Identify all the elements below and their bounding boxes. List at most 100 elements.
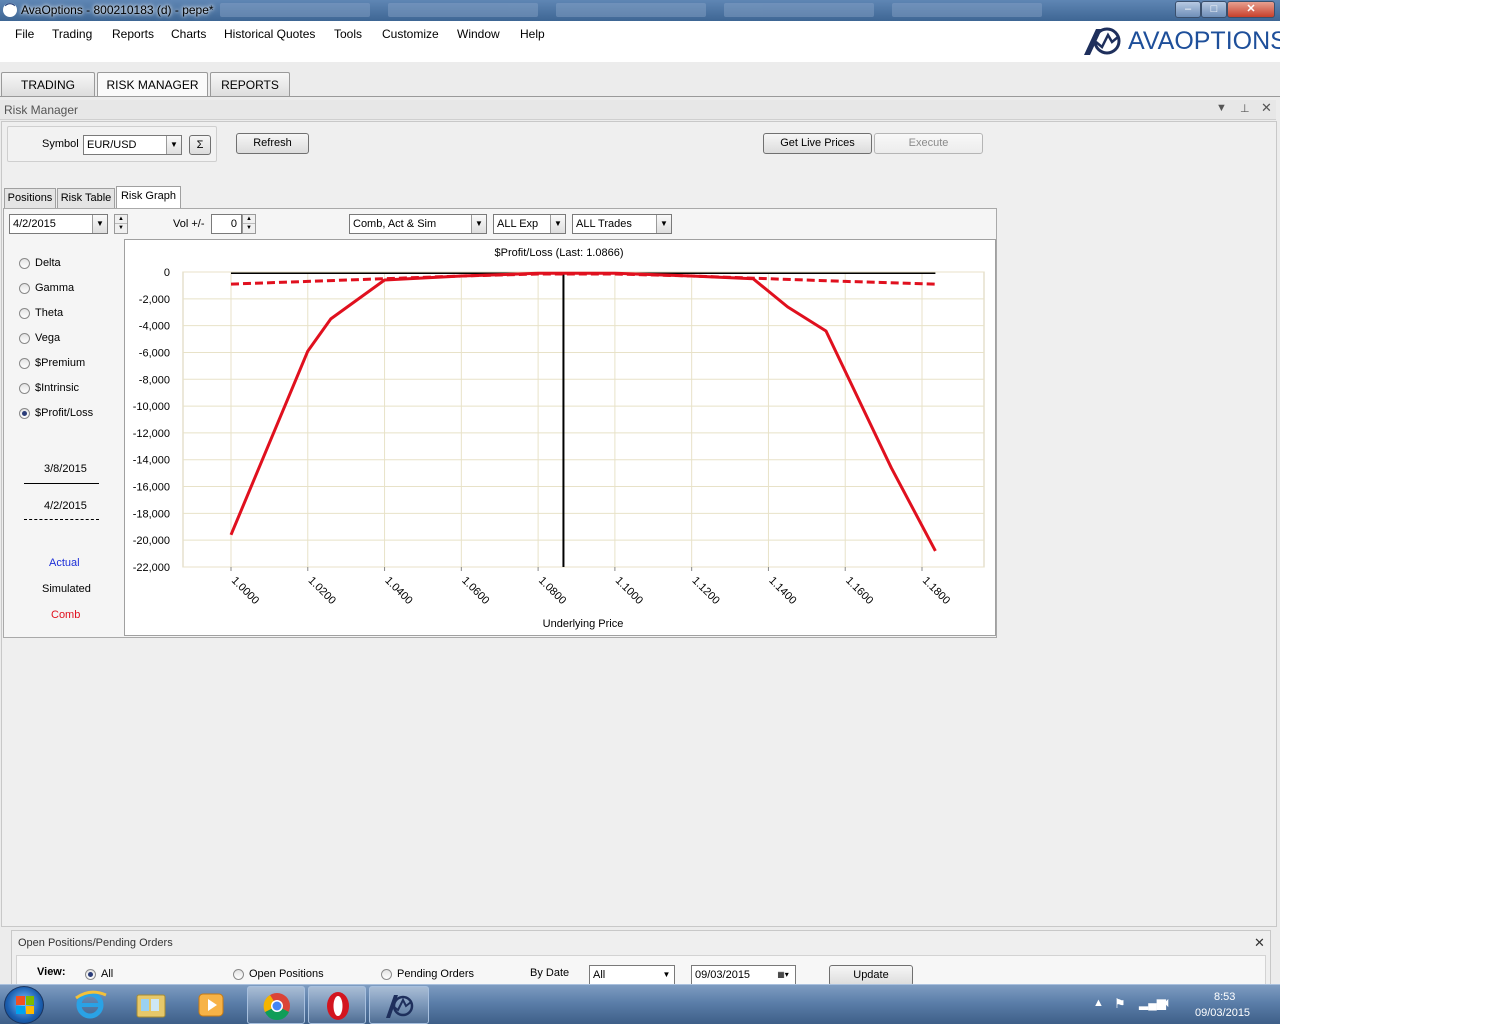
menu-tools[interactable]: Tools	[334, 27, 362, 41]
chevron-down-icon[interactable]: ▼	[656, 215, 671, 233]
menu-window[interactable]: Window	[457, 27, 500, 41]
update-button[interactable]: Update	[829, 965, 913, 986]
refresh-button[interactable]: Refresh	[236, 133, 309, 154]
spin-up-icon[interactable]: ▲	[115, 215, 127, 224]
y-tick-label: -6,000	[139, 347, 170, 359]
radio-intrinsic[interactable]: $Intrinsic	[19, 382, 79, 394]
radio-icon[interactable]	[381, 968, 392, 980]
panel-close-icon[interactable]: ✕	[1261, 100, 1272, 116]
spin-down-icon[interactable]: ▼	[243, 224, 255, 233]
menu-reports[interactable]: Reports	[112, 27, 154, 41]
vol-spinner[interactable]: ▲ ▼	[242, 214, 256, 234]
tab-reports[interactable]: REPORTS	[210, 72, 290, 97]
date-value: 4/2/2015	[13, 218, 56, 230]
chevron-down-icon[interactable]: ▼	[659, 966, 674, 984]
tab-risk-table[interactable]: Risk Table	[57, 188, 115, 208]
radio-icon[interactable]	[19, 307, 30, 319]
network-icon[interactable]: ▂▄▆	[1139, 996, 1166, 1010]
tab-positions[interactable]: Positions	[4, 188, 56, 208]
internet-explorer-icon[interactable]	[66, 986, 114, 1024]
symbol-select[interactable]: EUR/USD ▼	[83, 135, 182, 155]
menu-help[interactable]: Help	[520, 27, 545, 41]
trades-select[interactable]: ALL Trades ▼	[572, 214, 672, 234]
minimize-button[interactable]: ‒	[1175, 1, 1201, 18]
get-live-prices-button[interactable]: Get Live Prices	[763, 133, 872, 154]
clock-date[interactable]: 09/03/2015	[1195, 1007, 1250, 1019]
action-center-flag-icon[interactable]: ⚑	[1114, 996, 1126, 1012]
date-picker[interactable]: 09/03/2015 ▦▾	[691, 965, 796, 985]
menu-historical-quotes[interactable]: Historical Quotes	[224, 27, 315, 41]
chrome-icon[interactable]	[247, 986, 305, 1024]
vol-input[interactable]: 0	[211, 214, 242, 234]
chevron-down-icon[interactable]: ▼	[471, 215, 486, 233]
radio-icon[interactable]	[19, 332, 30, 344]
radio-open-positions[interactable]: Open Positions	[233, 968, 324, 980]
menu-bar: File Trading Reports Charts Historical Q…	[0, 21, 1280, 62]
mode-value: Comb, Act & Sim	[353, 218, 437, 230]
mode-select[interactable]: Comb, Act & Sim ▼	[349, 214, 487, 234]
date-picker-value: 09/03/2015	[695, 969, 751, 981]
spin-down-icon[interactable]: ▼	[115, 224, 127, 233]
radio-delta[interactable]: Delta	[19, 257, 61, 269]
chevron-down-icon[interactable]: ▼	[550, 215, 565, 233]
tab-trading[interactable]: TRADING	[1, 72, 95, 97]
x-tick-label: 1.0800	[536, 575, 568, 607]
radio-selected-icon[interactable]	[19, 407, 30, 419]
calendar-icon[interactable]: ▦▾	[771, 966, 795, 984]
panel-dropdown-icon[interactable]: ▼	[1216, 102, 1227, 114]
radio-view-all[interactable]: All	[85, 968, 113, 980]
radio-gamma[interactable]: Gamma	[19, 282, 74, 294]
volume-icon[interactable]: 🔈︎	[1164, 994, 1172, 1011]
tab-risk-graph[interactable]: Risk Graph	[116, 186, 181, 209]
radio-pending-orders[interactable]: Pending Orders	[381, 968, 474, 980]
legend-actual-date: 3/8/2015	[44, 463, 87, 475]
radio-icon[interactable]	[19, 257, 30, 269]
radio-icon[interactable]	[19, 357, 30, 369]
radio-selected-icon[interactable]	[85, 968, 96, 980]
y-tick-label: -14,000	[133, 455, 170, 467]
opera-icon[interactable]	[308, 986, 366, 1024]
by-date-value: All	[593, 969, 606, 981]
expiry-select[interactable]: ALL Exp ▼	[493, 214, 566, 234]
radio-profit-loss[interactable]: $Profit/Loss	[19, 407, 93, 419]
sigma-button[interactable]: Σ	[189, 135, 211, 155]
date-spinner[interactable]: ▲ ▼	[114, 214, 128, 234]
background-window-strip	[220, 3, 1120, 18]
radio-label: Delta	[35, 257, 61, 269]
menu-trading[interactable]: Trading	[52, 27, 92, 41]
radio-theta[interactable]: Theta	[19, 307, 63, 319]
maximize-button[interactable]: □	[1201, 1, 1227, 18]
radio-icon[interactable]	[233, 968, 244, 980]
x-tick-label: 1.1400	[766, 575, 798, 607]
tray-expand-icon[interactable]: ▲	[1093, 997, 1104, 1009]
spin-up-icon[interactable]: ▲	[243, 215, 255, 224]
date-select[interactable]: 4/2/2015 ▼	[9, 214, 108, 234]
menu-customize[interactable]: Customize	[382, 27, 439, 41]
media-player-icon[interactable]	[187, 986, 235, 1024]
y-tick-label: -18,000	[133, 508, 170, 520]
chart-title: $Profit/Loss (Last: 1.0866)	[494, 247, 623, 259]
chevron-down-icon[interactable]: ▼	[92, 215, 107, 233]
radio-label: $Profit/Loss	[35, 407, 94, 419]
y-tick-label: -8,000	[139, 374, 170, 386]
radio-icon[interactable]	[19, 382, 30, 394]
bottom-panel-close-icon[interactable]: ✕	[1254, 935, 1265, 951]
view-label: View:	[37, 966, 66, 978]
radio-premium[interactable]: $Premium	[19, 357, 85, 369]
close-button[interactable]: ✕	[1227, 1, 1275, 18]
window-title: AvaOptions - 800210183 (d) - pepe*	[21, 3, 214, 17]
menu-charts[interactable]: Charts	[171, 27, 206, 41]
plot-background	[182, 271, 985, 568]
start-button[interactable]	[4, 986, 44, 1024]
execute-button[interactable]: Execute	[874, 133, 983, 154]
file-explorer-icon[interactable]	[127, 986, 175, 1024]
by-date-select[interactable]: All ▼	[589, 965, 675, 985]
tab-risk-manager[interactable]: RISK MANAGER	[97, 72, 208, 97]
menu-file[interactable]: File	[15, 27, 34, 41]
radio-vega[interactable]: Vega	[19, 332, 60, 344]
panel-pin-icon[interactable]: ⊥	[1240, 102, 1250, 115]
avaoptions-taskbar-icon[interactable]	[369, 986, 429, 1024]
radio-icon[interactable]	[19, 282, 30, 294]
clock-time[interactable]: 8:53	[1214, 991, 1235, 1003]
chevron-down-icon[interactable]: ▼	[166, 136, 181, 154]
